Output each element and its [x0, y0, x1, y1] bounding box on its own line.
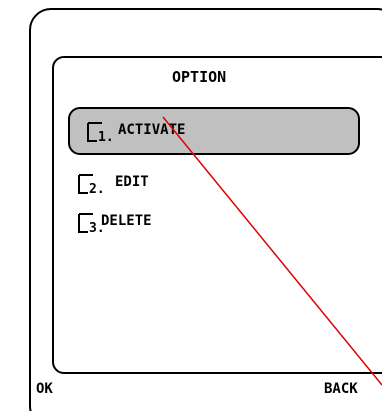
menu-item-number: 2. — [89, 182, 105, 197]
menu-item-number: 1. — [98, 130, 114, 145]
menu-item-label: ACTIVATE — [118, 122, 186, 138]
back-softkey[interactable]: BACK — [324, 381, 358, 397]
menu-item-label: EDIT — [115, 174, 149, 190]
menu-item-edit[interactable]: 2. EDIT — [68, 168, 268, 208]
dialog-title: OPTION — [172, 68, 227, 86]
menu-item-label: DELETE — [101, 213, 152, 229]
menu-item-delete[interactable]: 3. DELETE — [68, 207, 268, 247]
menu-item-activate[interactable]: 1. ACTIVATE — [68, 107, 360, 155]
phone-screen: OPTION 1. ACTIVATE 2. EDIT 3. DELETE OK … — [0, 0, 382, 411]
ok-softkey[interactable]: OK — [36, 381, 53, 397]
